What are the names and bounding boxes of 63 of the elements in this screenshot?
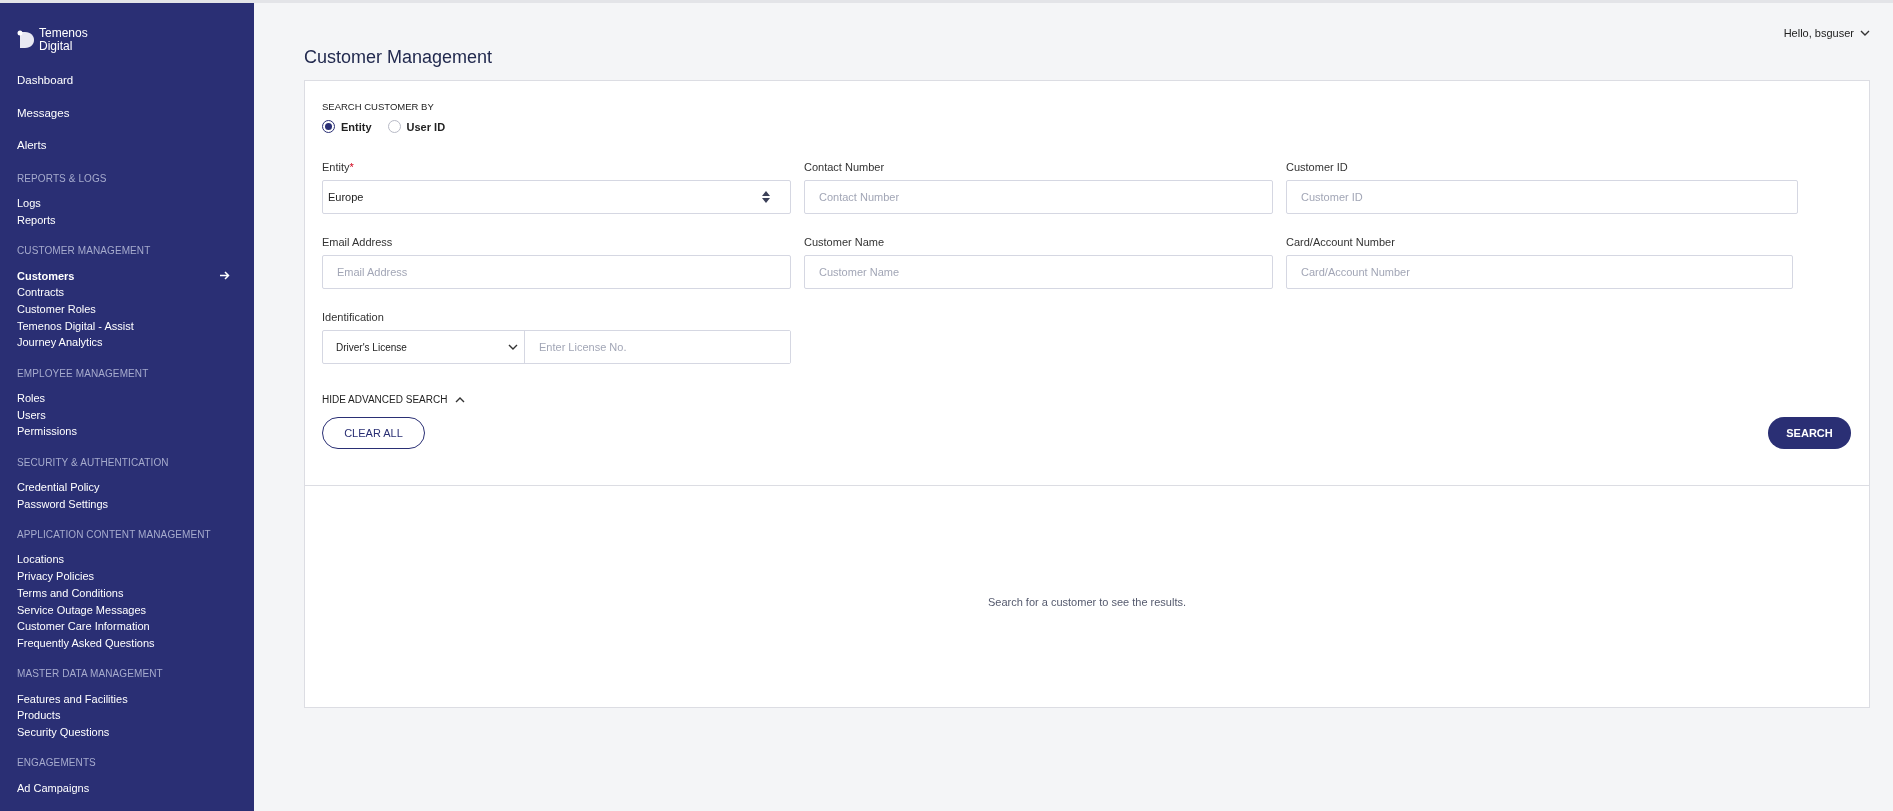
search-button[interactable]: SEARCH [1768,417,1851,449]
input-field[interactable]: Customer Name [804,255,1273,289]
nav-section-header: MASTER DATA MANAGEMENT [17,668,164,682]
nav-item[interactable]: Features and Facilities [17,690,230,707]
field-label: Email Address [322,236,394,250]
nav-item[interactable]: Users [17,406,230,424]
nav-item[interactable]: Customer Care Information [17,617,230,635]
nav-item[interactable]: Roles [17,389,230,407]
nav-item[interactable]: Customer Roles [17,300,230,318]
field-label: Customer Name [804,236,886,250]
nav-section-header: CUSTOMER MANAGEMENT [17,245,152,259]
nav-section-header: ENGAGEMENTS [17,757,97,771]
nav-item[interactable]: Credential Policy [17,478,230,496]
sort-icon [762,191,770,203]
field-label: Customer ID [1286,161,1349,175]
input-field[interactable]: Contact Number [804,180,1273,214]
nav-item[interactable]: Temenos Digital - Assist [17,317,230,334]
advanced-search-toggle[interactable]: HIDE ADVANCED SEARCH [322,394,466,405]
nav-item[interactable]: Journey Analytics [17,334,230,351]
entity-select[interactable]: Europe [322,180,791,214]
clear-all-button[interactable]: CLEAR ALL [322,417,425,449]
nav-section-header: APPLICATION CONTENT MANAGEMENT [17,529,212,543]
input-field[interactable]: Customer ID [1286,180,1798,214]
nav-item[interactable]: Dashboard [17,73,254,106]
input-field[interactable]: Card/Account Number [1286,255,1793,289]
chevron-up-icon [455,396,466,403]
nav-section-header: SECURITY & AUTHENTICATION [17,456,170,470]
nav-item[interactable]: Customers [17,267,230,284]
field-label: Entity* [322,161,355,175]
identification-field[interactable]: Driver's License Enter License No. [322,330,791,364]
empty-results-message: Search for a customer to see the results. [987,595,1187,608]
nav-item[interactable]: Frequently Asked Questions [17,634,230,652]
nav-item[interactable]: Terms and Conditions [17,584,230,602]
nav-item[interactable]: Logs [17,194,230,212]
nav-item[interactable]: Privacy Policies [17,567,230,585]
nav-item[interactable]: Messages [17,105,254,139]
required-mark: * [349,161,354,173]
nav-item[interactable]: Alerts [17,138,254,171]
field-label: Contact Number [804,161,886,175]
radio-option[interactable]: User ID [387,120,446,133]
nav-section-header: EMPLOYEE MANAGEMENT [17,367,150,381]
nav-item[interactable]: Password Settings [17,495,230,513]
nav-item[interactable]: Contracts [17,283,230,301]
nav-item[interactable]: Ad Campaigns [17,779,230,796]
user-menu[interactable]: Hello, bsguser [1783,25,1870,41]
nav-section-header: REPORTS & LOGS [17,172,108,186]
section-label: SEARCH CUSTOMER BY [322,101,435,112]
nav-item[interactable]: Security Questions [17,723,230,741]
nav-item[interactable]: Products [17,706,230,724]
field-label: Identification [322,311,385,325]
nav-item[interactable]: Permissions [17,423,230,440]
input-field[interactable]: Email Address [322,255,791,289]
nav-item[interactable]: Service Outage Messages [17,601,230,618]
page-title: Customer Management [304,47,494,68]
nav-item[interactable]: Reports [17,211,230,229]
chevron-down-icon [1860,29,1870,37]
field-label: Card/Account Number [1286,236,1396,250]
logo-text: Temenos Digital [39,27,88,53]
chevron-down-icon [508,343,518,351]
radio-option[interactable]: Entity [322,120,372,133]
nav-item[interactable]: Locations [17,551,230,568]
logo-icon [17,30,35,50]
arrow-right-icon [220,271,230,281]
